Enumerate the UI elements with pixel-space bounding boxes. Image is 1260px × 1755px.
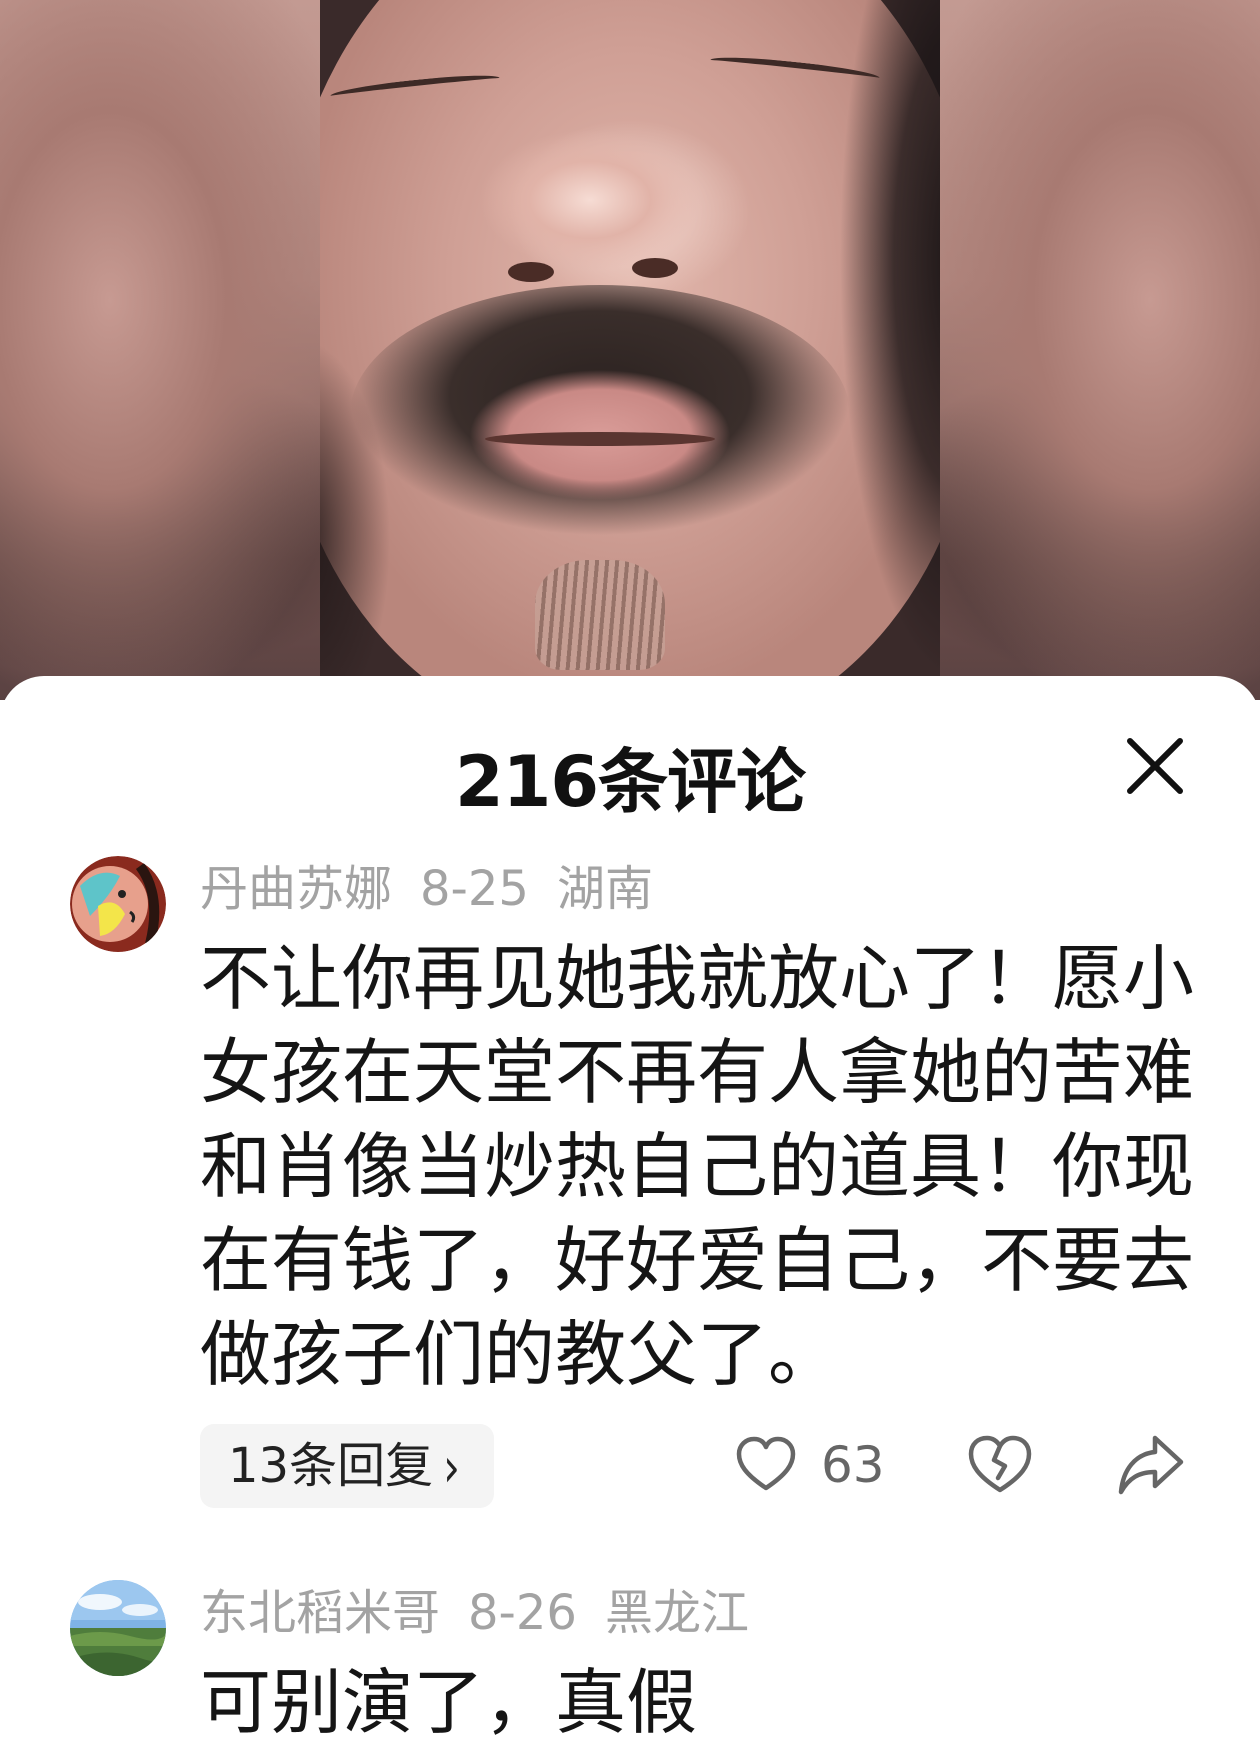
like-button[interactable]: 63 — [733, 1430, 885, 1500]
like-count: 63 — [821, 1436, 885, 1494]
comment-meta: 东北稻米哥 8-26 黑龙江 — [200, 1578, 1220, 1648]
comment-location: 黑龙江 — [604, 1585, 749, 1641]
comment-text[interactable]: 不让你再见她我就放心了！愿小女孩在天堂不再有人拿她的苦难和肖像当炒热自己的道具！… — [200, 932, 1200, 1402]
comment-actions: 13条回复 › 63 — [200, 1424, 1220, 1514]
video-nose — [460, 120, 720, 300]
comment-meta: 丹曲苏娜 8-25 湖南 — [200, 854, 1220, 924]
close-button[interactable] — [1120, 731, 1190, 801]
comment-text[interactable]: 可别演了，真假 — [200, 1656, 1200, 1750]
video-frame — [320, 0, 940, 700]
view-replies-button[interactable]: 13条回复 › — [200, 1424, 494, 1508]
comment-date: 8-25 — [420, 861, 529, 917]
avatar-cartoon-image — [70, 856, 166, 952]
video-nostril-right — [632, 258, 678, 278]
close-icon — [1127, 738, 1183, 794]
avatar[interactable] — [70, 1580, 166, 1676]
comments-title: 216条评论 — [454, 741, 806, 823]
comment-location: 湖南 — [556, 861, 653, 917]
share-button[interactable] — [1115, 1430, 1187, 1500]
video-shadow-right — [800, 0, 940, 700]
replies-label: 13条回复 — [228, 1438, 434, 1494]
screen: 216条评论 丹曲苏娜 8-25 湖南 不让你再见她我就放心了！愿小女孩在天堂不… — [0, 0, 1260, 1755]
avatar-landscape-image — [70, 1580, 166, 1676]
share-arrow-icon — [1118, 1435, 1184, 1495]
comment-date: 8-26 — [468, 1585, 577, 1641]
video-mouth — [485, 432, 715, 446]
comment-username[interactable]: 东北稻米哥 — [200, 1585, 440, 1641]
video-nostril-left — [508, 262, 554, 282]
broken-heart-icon — [968, 1435, 1032, 1493]
avatar[interactable] — [70, 856, 166, 952]
comments-sheet: 216条评论 丹曲苏娜 8-25 湖南 不让你再见她我就放心了！愿小女孩在天堂不… — [0, 676, 1260, 1755]
chevron-right-icon: › — [443, 1435, 460, 1500]
heart-icon — [736, 1436, 796, 1491]
comment-username[interactable]: 丹曲苏娜 — [200, 861, 392, 917]
comment-item: 丹曲苏娜 8-25 湖南 不让你再见她我就放心了！愿小女孩在天堂不再有人拿她的苦难和… — [0, 854, 1260, 1514]
comments-header: 216条评论 — [0, 676, 1260, 846]
video-goatee — [535, 560, 665, 670]
video-player[interactable] — [0, 0, 1260, 700]
comment-item: 东北稻米哥 8-26 黑龙江 可别演了，真假 — [0, 1578, 1260, 1750]
dislike-button[interactable] — [965, 1430, 1035, 1500]
